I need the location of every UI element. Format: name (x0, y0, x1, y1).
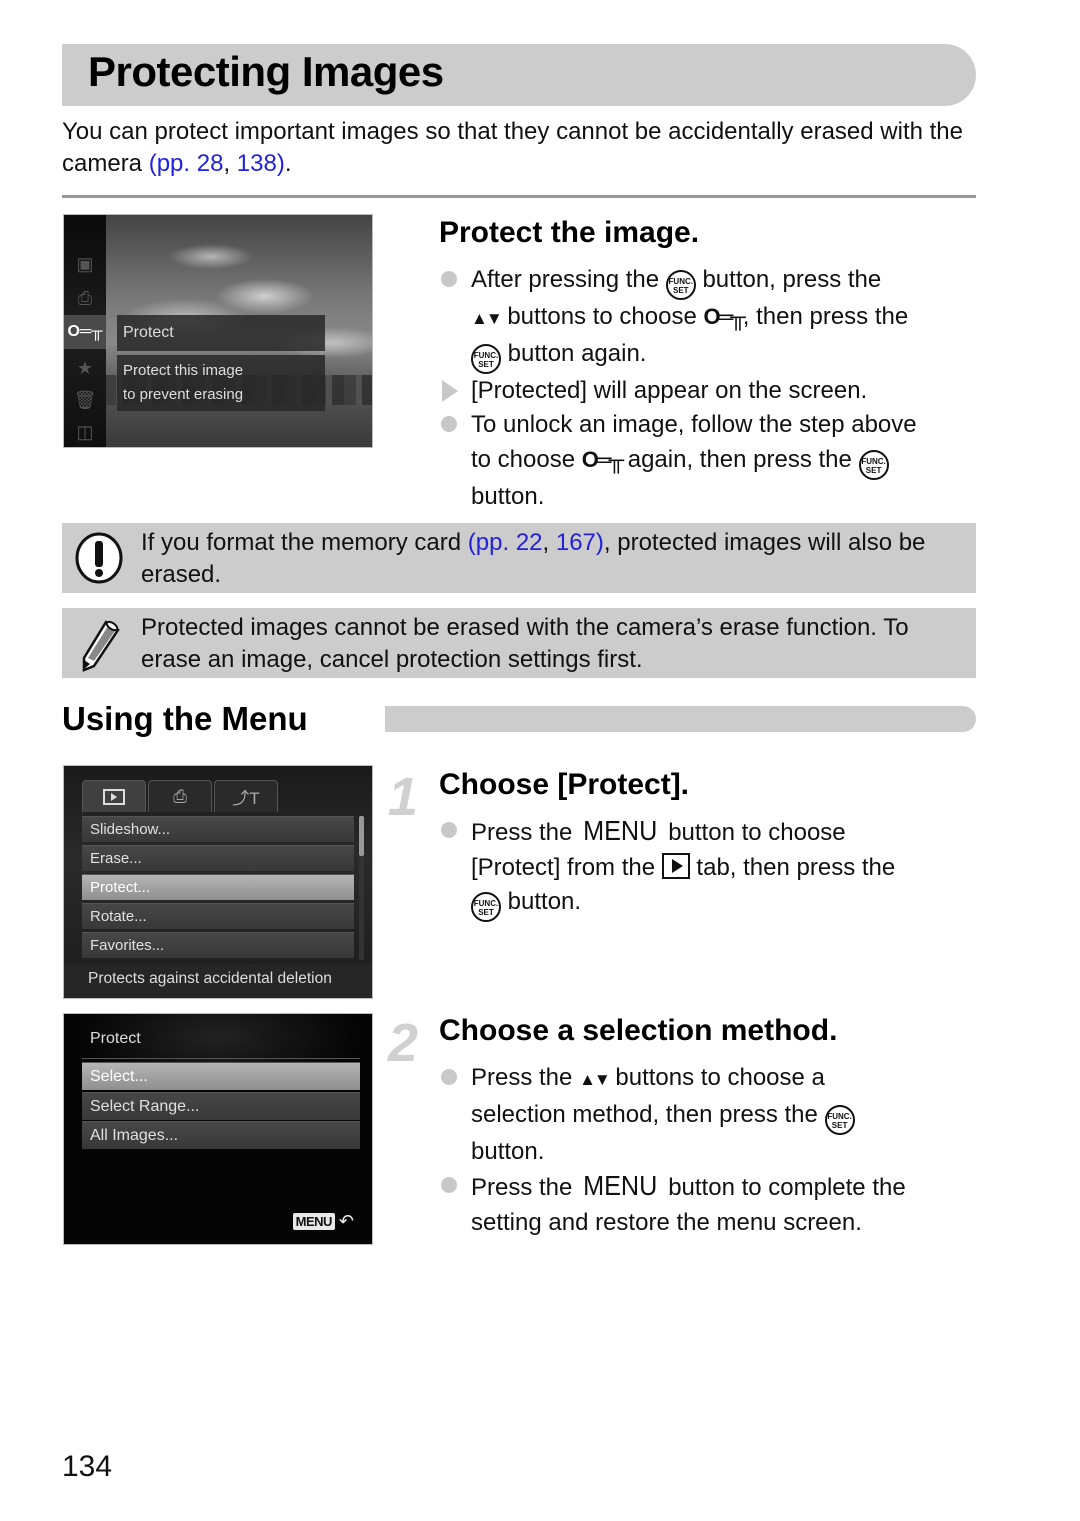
func-side-menu: ▣ ⎙ O═╥ ★ 🗑 ◫ (64, 215, 106, 447)
playback-icon (103, 788, 125, 805)
memo-text: Protected images cannot be erased with t… (141, 614, 909, 673)
menu-button-label: MENU (583, 815, 658, 846)
section-heading-using-menu: Using the Menu (62, 700, 308, 737)
print-tab[interactable]: ⎙ (148, 780, 212, 812)
bullet-item: Press the MENU button to complete the se… (439, 1169, 979, 1240)
menu-hint-text: Protects against accidental deletion (64, 964, 372, 998)
key-icon: O═╥ (581, 446, 624, 472)
favorite-star-icon: ★ (76, 357, 94, 378)
title-divider (82, 1058, 360, 1059)
bullet-dot (441, 1177, 457, 1193)
page-link-22[interactable]: (pp. 22 (468, 529, 543, 556)
bullet-dot (441, 1069, 457, 1085)
func-set-button-icon: FUNC. SET (824, 1104, 855, 1135)
scrollbar-thumb[interactable] (359, 816, 364, 856)
menu-item-select-range[interactable]: Select Range... (82, 1092, 360, 1120)
menu-item-erase[interactable]: Erase... (82, 845, 354, 871)
caution-note: If you format the memory card (pp. 22, 1… (62, 523, 976, 593)
result-arrow-icon (442, 379, 458, 402)
section-heading-bar (385, 706, 976, 732)
section-divider (62, 195, 976, 198)
page-title-bar: Protecting Images (62, 44, 976, 106)
protect-key-icon: O═╥ (64, 315, 106, 349)
memo-pencil-icon (82, 620, 120, 672)
bullet-dot (441, 416, 457, 432)
step2-instructions: Press the ▲▼ buttons to choose a selecti… (439, 1061, 979, 1240)
erase-trash-icon: 🗑 (73, 389, 97, 410)
func-set-button-icon: FUNC. SET (471, 343, 501, 374)
menu-item-rotate[interactable]: Rotate... (82, 903, 354, 929)
bullet-dot (441, 271, 457, 287)
settings-tab[interactable]: ⤴T (214, 780, 278, 812)
menu-return-button[interactable]: MENU ↶ (292, 1211, 354, 1232)
protect-image-heading: Protect the image. (439, 216, 700, 249)
camera-screen-protect-menu: Protect Select... Select Range... All Im… (63, 1013, 373, 1245)
caution-text: If you format the memory card (pp. 22, 1… (141, 529, 926, 588)
up-down-arrows-icon: ▲▼ (579, 1070, 611, 1089)
menu-scrollbar[interactable] (359, 816, 364, 960)
page-number: 134 (62, 1450, 113, 1483)
caution-exclamation-icon (75, 532, 123, 584)
bullet-dot (441, 822, 457, 838)
image-effect-icon: ▣ (76, 253, 94, 274)
func-set-button-icon: FUNC. SET (665, 270, 696, 300)
step-number-1: 1 (388, 767, 419, 827)
camera-screen-playback-menu: ⎙ ⤴T Slideshow... Erase... Protect... Ro… (63, 765, 373, 999)
result-item: [Protected] will appear on the screen. (439, 374, 979, 409)
settings-tools-icon: ⤴T (232, 789, 260, 808)
popup-title: Protect (117, 315, 325, 351)
bullet-item: Press the ▲▼ buttons to choose a selecti… (439, 1061, 979, 1169)
step2-heading: Choose a selection method. (439, 1014, 838, 1047)
step1-heading: Choose [Protect]. (439, 768, 690, 801)
menu-item-slideshow[interactable]: Slideshow... (82, 816, 354, 842)
menu-item-select[interactable]: Select... (82, 1062, 360, 1090)
memo-note: Protected images cannot be erased with t… (62, 608, 976, 678)
popup-description: Protect this image to prevent erasing (117, 355, 325, 411)
print-icon: ⎙ (173, 786, 187, 806)
print-icon: ⎙ (77, 287, 93, 308)
func-set-button-icon: FUNC. SET (858, 449, 889, 480)
menu-button-label: MENU (583, 1170, 658, 1201)
bullet-item: To unlock an image, follow the step abov… (439, 408, 979, 514)
playback-tab-icon (661, 852, 690, 879)
menu-button-glyph: MENU (292, 1213, 335, 1230)
camera-screen-func-menu: ▣ ⎙ O═╥ ★ 🗑 ◫ Protect Protect this image… (63, 214, 373, 448)
step1-instructions: Press the MENU button to choose [Protect… (439, 814, 979, 922)
return-arrow-icon: ↶ (338, 1211, 354, 1231)
key-icon: O═╥ (703, 304, 745, 329)
page-link-167[interactable]: 167) (556, 529, 604, 556)
page-title: Protecting Images (88, 48, 444, 95)
playback-tab[interactable] (82, 780, 146, 812)
step-number-2: 2 (388, 1013, 419, 1073)
intro-paragraph: You can protect important images so that… (62, 118, 963, 177)
protect-image-instructions: After pressing the FUNC. SET button, pres… (439, 263, 979, 514)
protect-screen-title: Protect (90, 1030, 141, 1047)
bullet-item: After pressing the FUNC. SET button, pres… (439, 263, 979, 374)
page-link-28[interactable]: 28 (197, 150, 224, 177)
menu-item-all-images[interactable]: All Images... (82, 1121, 360, 1149)
intro-page-ref[interactable]: (pp. 28 (149, 150, 224, 177)
func-set-button-icon: FUNC. SET (471, 892, 501, 922)
page-link-138[interactable]: 138 (237, 150, 277, 177)
menu-item-protect[interactable]: Protect... (82, 874, 354, 900)
up-down-arrows-icon: ▲▼ (471, 309, 503, 328)
menu-item-favorites[interactable]: Favorites... (82, 932, 354, 958)
transfer-icon: ◫ (76, 421, 94, 442)
bullet-item: Press the MENU button to choose [Protect… (439, 814, 979, 922)
